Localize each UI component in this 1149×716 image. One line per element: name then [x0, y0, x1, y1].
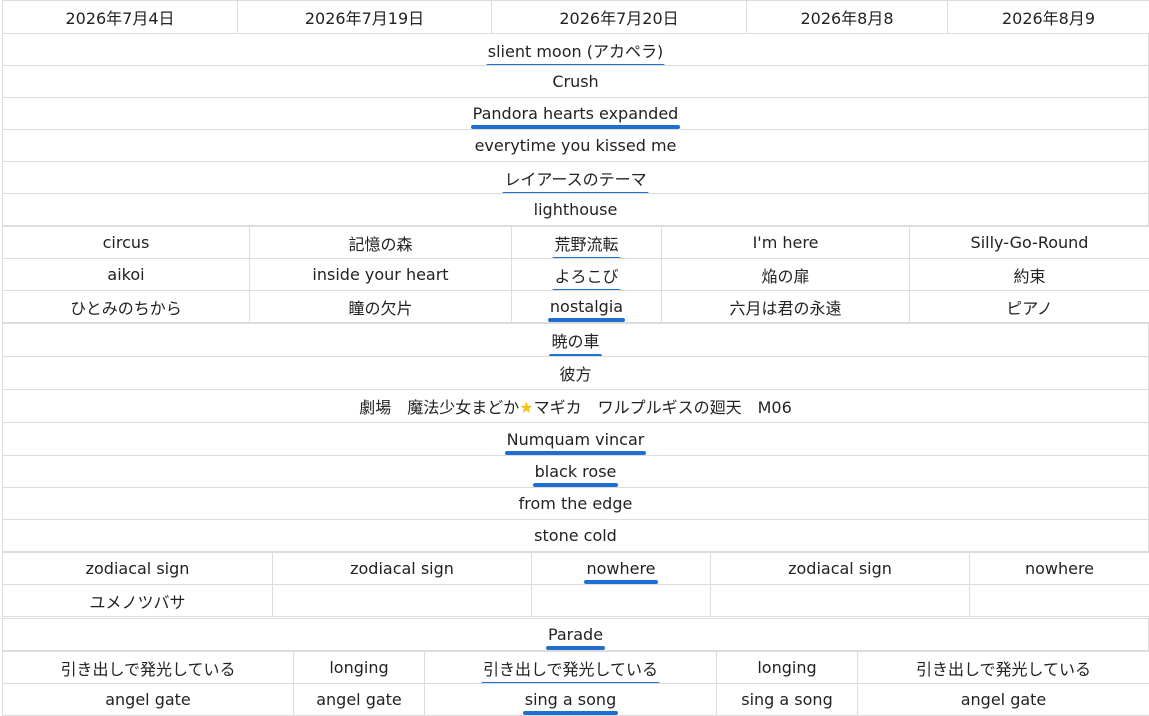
- song-title: 彼方: [559, 365, 591, 384]
- star-icon: ★: [519, 398, 533, 417]
- song-title: 引き出しで発光している: [483, 656, 658, 680]
- song-row: everytime you kissed me: [3, 130, 1149, 162]
- grid-cell: angel gate: [294, 684, 425, 716]
- header-date: 2026年8月8: [747, 1, 948, 34]
- song-row: black rose: [3, 456, 1149, 488]
- grid-cell: 約束: [910, 259, 1149, 291]
- song-grid-1: circus 記憶の森 荒野流転 I'm here Silly-Go-Round…: [2, 226, 1149, 323]
- grid-cell: [970, 585, 1149, 617]
- grid-cell: [273, 585, 532, 617]
- song-title: slient moon (アカペラ): [488, 38, 663, 62]
- grid-cell: angel gate: [3, 684, 294, 716]
- song-row: 彼方: [3, 357, 1149, 390]
- song-title: レイアースのテーマ: [504, 166, 646, 190]
- header-date: 2026年7月20日: [492, 1, 747, 34]
- grid-cell: inside your heart: [250, 259, 512, 291]
- grid-cell: ユメノツバサ: [3, 585, 273, 617]
- grid-row: circus 記憶の森 荒野流転 I'm here Silly-Go-Round: [3, 227, 1149, 259]
- song-title: sing a song: [525, 690, 616, 709]
- grid-cell: [532, 585, 711, 617]
- song-row: from the edge: [3, 488, 1149, 520]
- grid-cell: nostalgia: [512, 291, 662, 323]
- grid-row: angel gate angel gate sing a song sing a…: [3, 684, 1149, 716]
- song-title: nostalgia: [550, 297, 623, 316]
- grid-cell: I'm here: [662, 227, 910, 259]
- grid-cell: 引き出しで発光している: [425, 652, 717, 684]
- song-title: Numquam vincar: [507, 430, 645, 449]
- song-title: stone cold: [534, 526, 617, 545]
- grid-cell: sing a song: [425, 684, 717, 716]
- grid-cell: 焔の扉: [662, 259, 910, 291]
- grid-cell: zodiacal sign: [711, 553, 970, 585]
- header-table: 2026年7月4日 2026年7月19日 2026年7月20日 2026年8月8…: [2, 0, 1149, 34]
- song-row: lighthouse: [3, 194, 1149, 226]
- song-grid-3: 引き出しで発光している longing 引き出しで発光している longing …: [2, 651, 1149, 716]
- header-date: 2026年7月4日: [3, 1, 238, 34]
- header-row: 2026年7月4日 2026年7月19日 2026年7月20日 2026年8月8…: [3, 1, 1149, 34]
- song-title: lighthouse: [534, 200, 618, 219]
- header-date: 2026年8月9: [948, 1, 1149, 34]
- song-title-part: 劇場 魔法少女まどか: [359, 398, 519, 417]
- song-title: from the edge: [519, 494, 633, 513]
- song-row: Crush: [3, 66, 1149, 98]
- song-title: black rose: [535, 462, 617, 481]
- grid-row: 引き出しで発光している longing 引き出しで発光している longing …: [3, 652, 1149, 684]
- song-row: 劇場 魔法少女まどか★マギカ ワルプルギスの廻天 M06: [3, 390, 1149, 423]
- grid-row: ひとみのちから 瞳の欠片 nostalgia 六月は君の永遠 ピアノ: [3, 291, 1149, 323]
- grid-cell: [711, 585, 970, 617]
- grid-cell: ひとみのちから: [3, 291, 250, 323]
- song-title: よろこび: [554, 263, 618, 287]
- grid-cell: nowhere: [970, 553, 1149, 585]
- song-title: Crush: [552, 72, 598, 91]
- song-row: Parade: [3, 619, 1149, 651]
- song-block-3: Parade: [2, 618, 1149, 651]
- song-block-1: slient moon (アカペラ) Crush Pandora hearts …: [2, 33, 1149, 226]
- song-grid-2: zodiacal sign zodiacal sign nowhere zodi…: [2, 552, 1149, 617]
- grid-row: aikoi inside your heart よろこび 焔の扉 約束: [3, 259, 1149, 291]
- song-title: 荒野流転: [554, 231, 618, 255]
- grid-cell: 六月は君の永遠: [662, 291, 910, 323]
- song-row: stone cold: [3, 520, 1149, 552]
- grid-cell: 引き出しで発光している: [3, 652, 294, 684]
- song-row: slient moon (アカペラ): [3, 34, 1149, 66]
- song-title: nowhere: [586, 559, 655, 578]
- grid-cell: よろこび: [512, 259, 662, 291]
- grid-cell: sing a song: [717, 684, 858, 716]
- grid-row: zodiacal sign zodiacal sign nowhere zodi…: [3, 553, 1149, 585]
- grid-cell: longing: [294, 652, 425, 684]
- song-title: everytime you kissed me: [475, 136, 677, 155]
- song-row: Pandora hearts expanded: [3, 98, 1149, 130]
- grid-row: ユメノツバサ: [3, 585, 1149, 617]
- song-title: 暁の車: [551, 328, 599, 352]
- song-row: レイアースのテーマ: [3, 162, 1149, 194]
- grid-cell: circus: [3, 227, 250, 259]
- grid-cell: zodiacal sign: [3, 553, 273, 585]
- header-date: 2026年7月19日: [238, 1, 492, 34]
- song-row: 暁の車: [3, 324, 1149, 357]
- grid-cell: angel gate: [858, 684, 1149, 716]
- grid-cell: ピアノ: [910, 291, 1149, 323]
- song-title: Pandora hearts expanded: [473, 104, 679, 123]
- grid-cell: zodiacal sign: [273, 553, 532, 585]
- song-title: Parade: [548, 625, 603, 644]
- grid-cell: 記憶の森: [250, 227, 512, 259]
- grid-cell: nowhere: [532, 553, 711, 585]
- grid-cell: 荒野流転: [512, 227, 662, 259]
- song-title-part: マギカ ワルプルギスの廻天 M06: [534, 398, 792, 417]
- song-block-2: 暁の車 彼方 劇場 魔法少女まどか★マギカ ワルプルギスの廻天 M06 Numq…: [2, 323, 1149, 552]
- grid-cell: Silly-Go-Round: [910, 227, 1149, 259]
- grid-cell: 瞳の欠片: [250, 291, 512, 323]
- grid-cell: 引き出しで発光している: [858, 652, 1149, 684]
- grid-cell: aikoi: [3, 259, 250, 291]
- grid-cell: longing: [717, 652, 858, 684]
- song-row: Numquam vincar: [3, 423, 1149, 456]
